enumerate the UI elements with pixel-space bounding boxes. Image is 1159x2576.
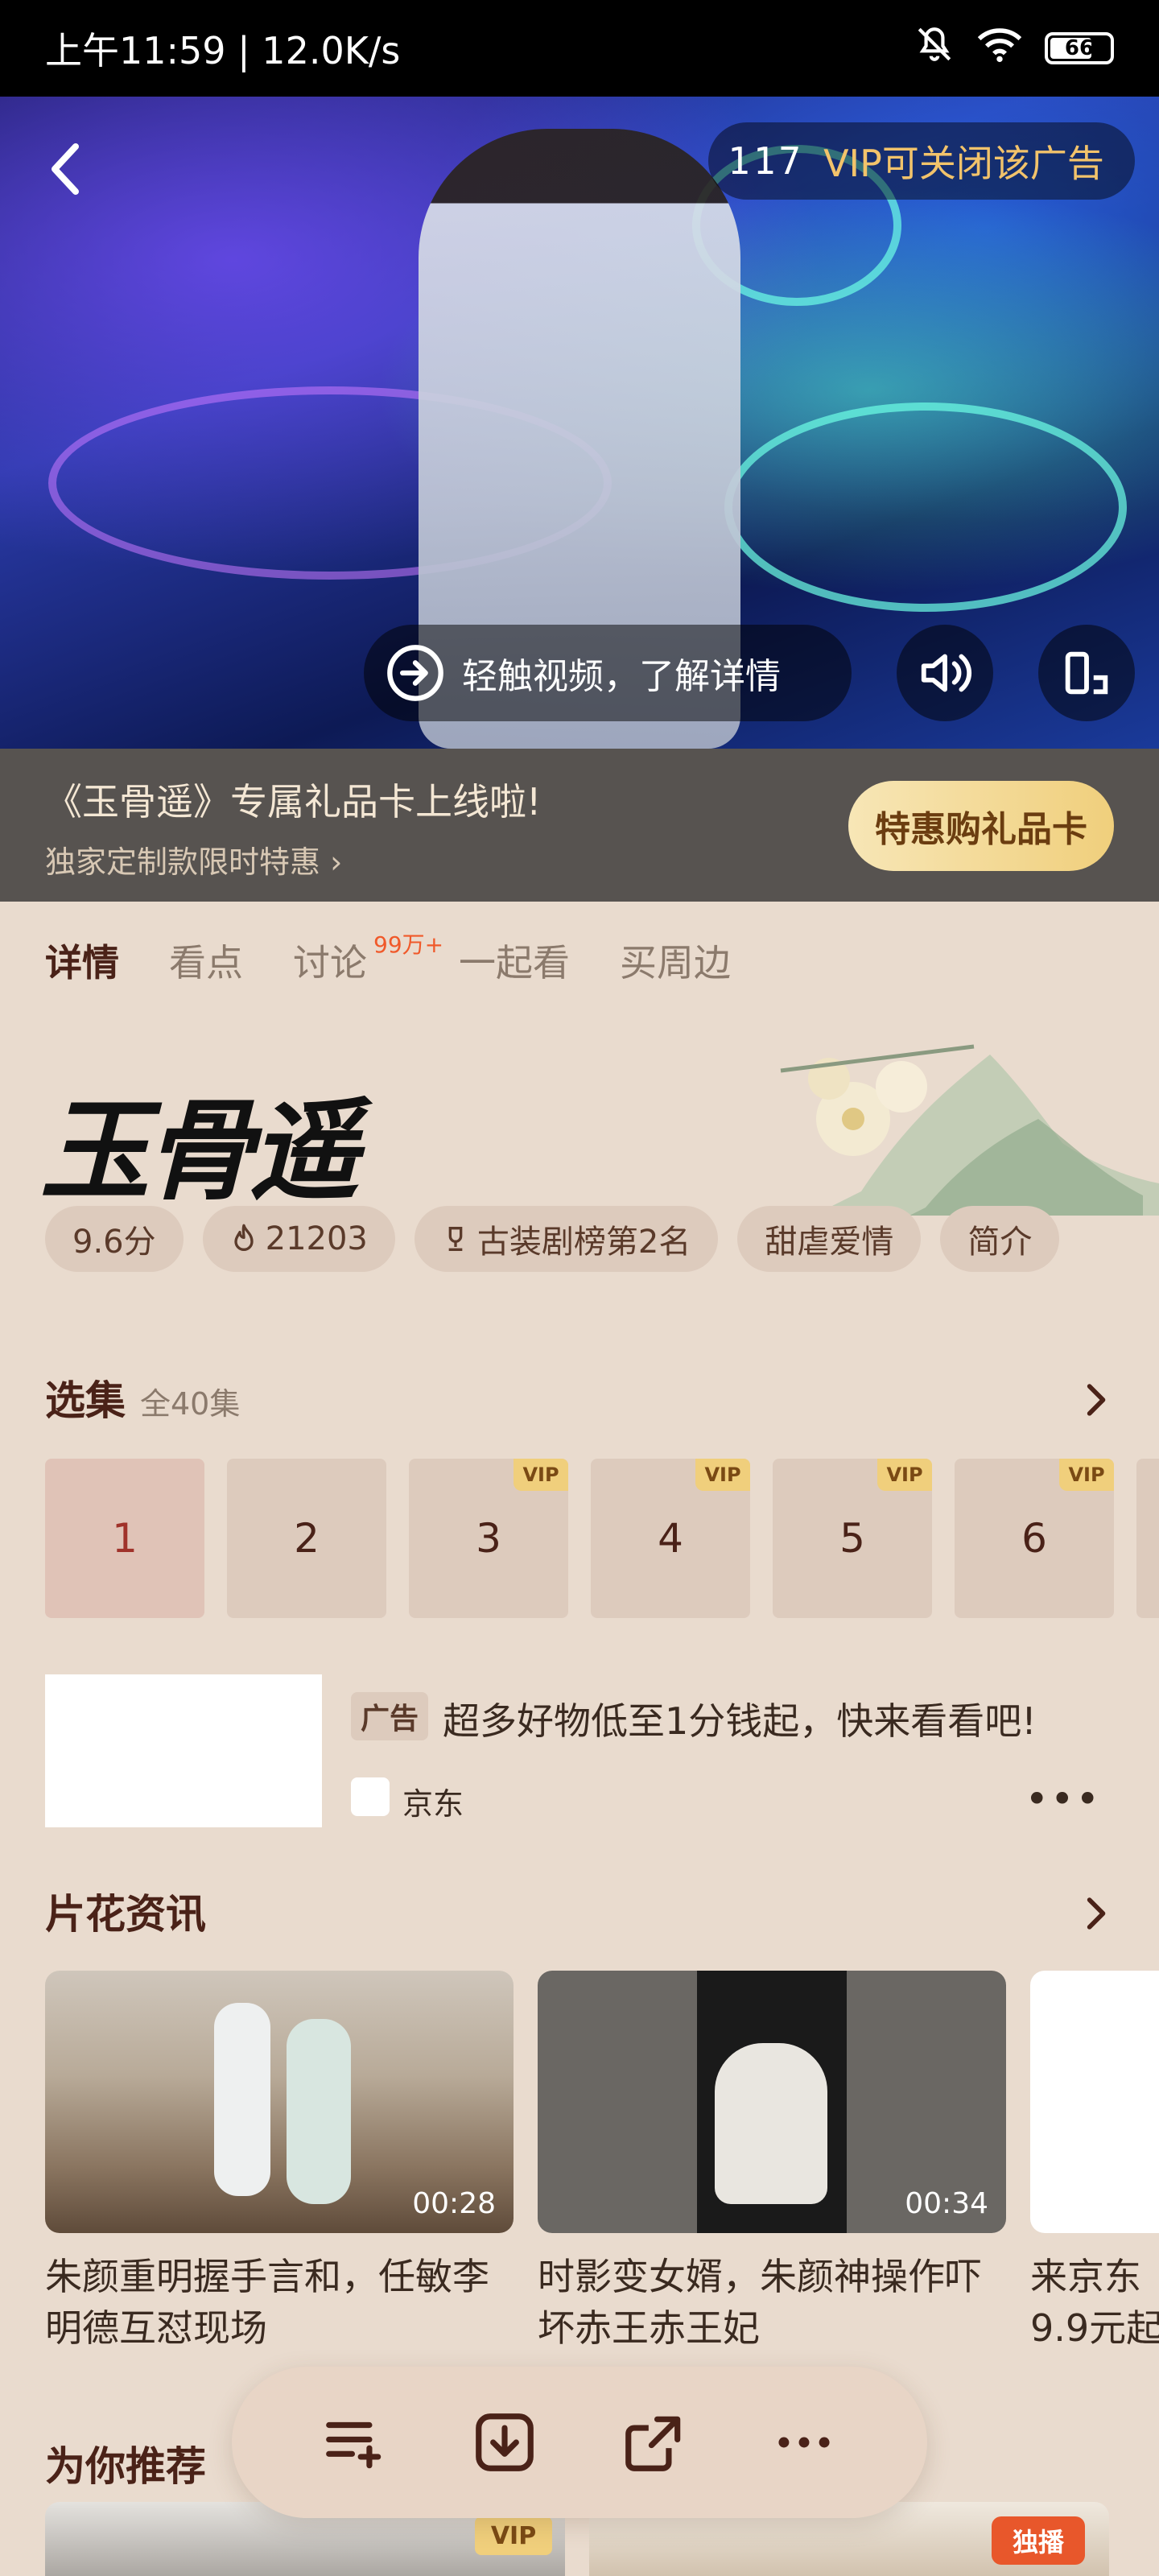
rating-tag[interactable]: 9.6分 — [45, 1206, 184, 1272]
episode-number: 6 — [1021, 1515, 1047, 1562]
detail-tabs: 详情 看点 讨论 99万+ 一起看 买周边 — [45, 931, 731, 987]
episode-number: 2 — [294, 1515, 320, 1562]
promo-banner[interactable]: 《玉骨遥》专属礼品卡上线啦! 独家定制款限时特惠 › 特惠购礼品卡 — [0, 749, 1159, 902]
clip-thumbnail — [1030, 1971, 1159, 2233]
video-player[interactable]: 117 VIP可关闭该广告 轻触视频，了解详情 — [0, 97, 1159, 749]
share-button[interactable] — [614, 2402, 695, 2483]
clip-title: 来京东9.9元起 — [1030, 2255, 1159, 2350]
status-time: 上午11:59 | 12.0K/s — [45, 29, 401, 72]
rotate-screen-icon — [1065, 651, 1108, 695]
heat-value: 21203 — [265, 1220, 368, 1257]
episode-number: 4 — [658, 1515, 683, 1562]
synopsis-tag[interactable]: 简介 — [940, 1206, 1060, 1272]
vip-badge: VIP — [514, 1459, 568, 1491]
rotate-screen-button[interactable] — [1038, 625, 1135, 721]
episodes-total: 全40集 — [140, 1386, 241, 1422]
episode-number: 5 — [839, 1515, 865, 1562]
decorative-flower-mountain — [780, 1044, 1159, 1216]
tab-highlights[interactable]: 看点 — [169, 934, 243, 987]
wifi-icon — [977, 26, 1022, 72]
vip-badge: VIP — [695, 1459, 750, 1491]
episode-number: 3 — [476, 1515, 501, 1562]
add-to-list-icon — [326, 2421, 382, 2469]
tab-watch-together[interactable]: 一起看 — [459, 934, 570, 987]
more-button[interactable] — [764, 2402, 844, 2483]
rank-tag[interactable]: 古装剧榜第2名 — [414, 1206, 719, 1272]
episode-item[interactable]: 4 VIP — [591, 1459, 750, 1618]
clips-list: 00:28 朱颜重明握手言和，任敏李明德互怼现场 00:34 时影变女婿，朱颜神… — [45, 1971, 1159, 2354]
chevron-left-icon — [52, 143, 79, 195]
show-tags: 9.6分 21203 古装剧榜第2名 甜虐爱情 简介 — [45, 1206, 1060, 1272]
touch-video-text: 轻触视频，了解详情 — [462, 656, 781, 697]
exclusive-badge: 独播 — [992, 2516, 1085, 2565]
tab-discussion[interactable]: 讨论 99万+ — [293, 931, 443, 987]
gift-card-button[interactable]: 特惠购礼品卡 — [848, 781, 1114, 871]
clips-title: 片花资讯 — [45, 1891, 206, 1938]
discussion-count-badge: 99万+ — [373, 931, 444, 958]
clip-title: 朱颜重明握手言和，任敏李明德互怼现场 — [45, 2255, 489, 2350]
status-icons: 66 — [914, 24, 1114, 73]
clip-thumbnail: 00:34 — [538, 1971, 1006, 2233]
episode-item-partial[interactable] — [1136, 1459, 1159, 1618]
volume-icon — [921, 654, 971, 692]
clip-card[interactable]: 00:28 朱颜重明握手言和，任敏李明德互怼现场 — [45, 1971, 514, 2354]
ad-image — [45, 1674, 322, 1827]
tab-details[interactable]: 详情 — [45, 934, 119, 987]
tab-discussion-label: 讨论 — [293, 941, 367, 985]
enter-icon — [387, 645, 443, 701]
download-icon — [476, 2413, 534, 2471]
vip-badge: VIP — [1059, 1459, 1114, 1491]
floating-toolbar — [232, 2367, 927, 2518]
episode-item[interactable]: 5 VIP — [773, 1459, 932, 1618]
chevron-right-icon[interactable] — [1085, 1895, 1109, 1932]
clips-header[interactable]: 片花资讯 — [45, 1882, 206, 1940]
more-icon — [778, 2437, 830, 2448]
episode-number: 1 — [112, 1515, 138, 1562]
add-to-list-button[interactable] — [315, 2402, 395, 2483]
genre-tag[interactable]: 甜虐爱情 — [737, 1206, 922, 1272]
more-options-icon[interactable]: ••• — [1025, 1776, 1101, 1823]
clip-duration: 00:28 — [412, 2187, 496, 2220]
rank-text: 古装剧榜第2名 — [476, 1224, 691, 1261]
ad-text: 超多好物低至1分钱起，快来看看吧! — [443, 1699, 1037, 1743]
battery-level: 66 — [1064, 36, 1095, 60]
episode-item[interactable]: 1 — [45, 1459, 204, 1618]
ad-card[interactable]: 广告 超多好物低至1分钱起，快来看看吧! 京东 ••• — [45, 1674, 1116, 1827]
chevron-right-icon[interactable] — [1085, 1381, 1109, 1418]
episodes-header[interactable]: 选集 全40集 — [45, 1368, 240, 1426]
clip-duration: 00:34 — [905, 2187, 988, 2220]
ad-vip-text: VIP可关闭该广告 — [823, 142, 1104, 185]
volume-button[interactable] — [897, 625, 993, 721]
mute-icon — [914, 24, 955, 73]
show-title-logo: 玉骨遥 — [40, 1087, 359, 1216]
ad-label: 广告 — [351, 1692, 429, 1740]
episodes-title: 选集 — [45, 1377, 126, 1424]
brand-logo — [351, 1777, 390, 1816]
flame-icon — [233, 1224, 254, 1251]
recommend-title: 为你推荐 — [45, 2443, 206, 2490]
clip-title: 时影变女婿，朱颜神操作吓坏赤王赤王妃 — [538, 2255, 982, 2350]
clip-thumbnail: 00:28 — [45, 1971, 514, 2233]
ad-countdown: 117 — [728, 139, 805, 183]
ad-skip-pill[interactable]: 117 VIP可关闭该广告 — [708, 122, 1135, 200]
episode-item[interactable]: 6 VIP — [955, 1459, 1114, 1618]
trophy-icon — [448, 1227, 463, 1251]
back-button[interactable] — [32, 129, 97, 209]
touch-video-button[interactable]: 轻触视频，了解详情 — [364, 625, 852, 721]
episode-item[interactable]: 2 — [227, 1459, 386, 1618]
vip-badge: VIP — [877, 1459, 932, 1491]
ad-brand: 京东 — [402, 1786, 464, 1822]
heat-tag[interactable]: 21203 — [202, 1206, 395, 1272]
clip-card[interactable]: 00:34 时影变女婿，朱颜神操作吓坏赤王赤王妃 — [538, 1971, 1006, 2354]
clip-card[interactable]: 来京东9.9元起 — [1030, 1971, 1159, 2354]
battery-icon: 66 — [1045, 32, 1114, 64]
vip-badge: VIP — [475, 2516, 552, 2555]
tab-merch[interactable]: 买周边 — [620, 934, 731, 987]
episode-list: 1 2 3 VIP 4 VIP 5 VIP 6 VIP — [45, 1459, 1159, 1618]
status-bar: 上午11:59 | 12.0K/s 66 — [0, 0, 1159, 97]
episode-item[interactable]: 3 VIP — [409, 1459, 568, 1618]
share-icon — [625, 2416, 681, 2471]
download-button[interactable] — [464, 2402, 545, 2483]
